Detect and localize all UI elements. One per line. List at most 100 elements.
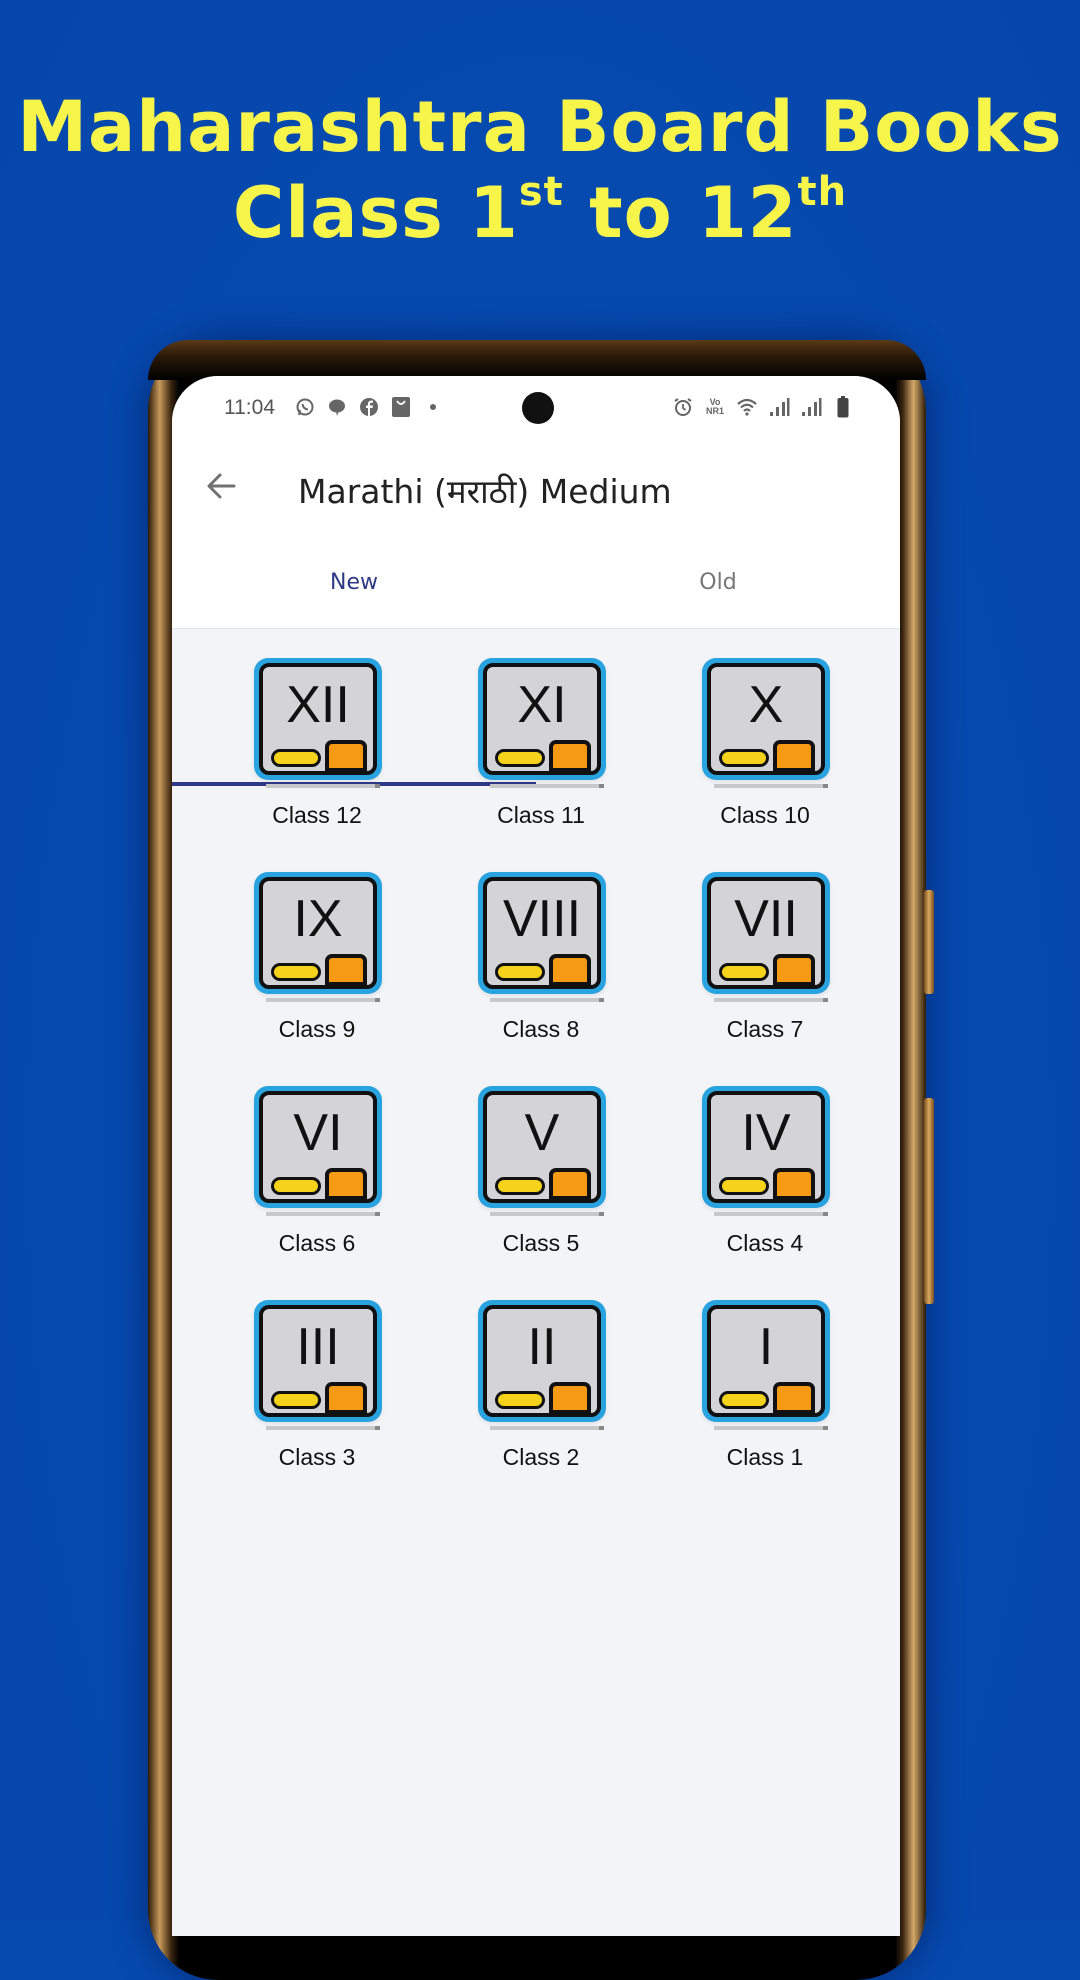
board-tray (714, 1212, 828, 1216)
blackboard-icon: III (254, 1300, 382, 1422)
back-button[interactable] (202, 466, 242, 506)
roman-numeral: XII (286, 676, 350, 734)
class-item[interactable]: II Class 2 (446, 1300, 626, 1490)
roman-numeral: I (758, 1318, 774, 1376)
board-tray (266, 1426, 380, 1430)
tab-new[interactable]: New (172, 536, 536, 628)
status-bar: 11:04 Vo NR1 (172, 376, 900, 440)
blackboard-icon: IX (254, 872, 382, 994)
blackboard-icon: X (702, 658, 830, 780)
class-label: Class 9 (278, 1016, 356, 1042)
dot-icon (422, 396, 444, 418)
roman-numeral: IV (741, 1104, 791, 1162)
roman-numeral: X (748, 676, 784, 734)
roman-numeral: XI (517, 676, 567, 734)
class-item[interactable]: VI Class 6 (222, 1086, 402, 1276)
board-face: XI (483, 663, 601, 775)
class-label: Class 4 (726, 1230, 804, 1256)
board-face: X (707, 663, 825, 775)
board-face: XII (259, 663, 377, 775)
board-face: V (483, 1091, 601, 1203)
eraser-icon (773, 740, 815, 771)
board-face: II (483, 1305, 601, 1417)
eraser-icon (549, 740, 591, 771)
tab-old[interactable]: Old (536, 536, 900, 628)
headline-sup-th: th (797, 169, 848, 215)
board-tray (266, 784, 380, 788)
board-tray (266, 1212, 380, 1216)
chalk-icon (495, 963, 545, 981)
volte-label: Vo NR1 (706, 397, 725, 416)
eraser-icon (325, 1382, 367, 1413)
class-item[interactable]: VII Class 7 (670, 872, 850, 1062)
eraser-icon (773, 954, 815, 985)
class-item[interactable]: I Class 1 (670, 1300, 850, 1490)
eraser-icon (325, 954, 367, 985)
blackboard-icon: XII (254, 658, 382, 780)
chalk-icon (271, 1391, 321, 1409)
system-icons: Vo NR1 (672, 396, 854, 418)
eraser-icon (325, 1168, 367, 1199)
class-item[interactable]: XI Class 11 (446, 658, 626, 848)
roman-numeral: II (527, 1318, 557, 1376)
blackboard-icon: XI (478, 658, 606, 780)
class-item[interactable]: X Class 10 (670, 658, 850, 848)
class-item[interactable]: VIII Class 8 (446, 872, 626, 1062)
class-item[interactable]: IX Class 9 (222, 872, 402, 1062)
board-tray (490, 998, 604, 1002)
chalk-icon (271, 749, 321, 767)
alarm-icon (672, 396, 694, 418)
board-face: VIII (483, 877, 601, 989)
roman-numeral: V (524, 1104, 560, 1162)
phone-frame-top (148, 340, 926, 380)
class-label: Class 11 (497, 802, 585, 828)
class-item[interactable]: V Class 5 (446, 1086, 626, 1276)
chalk-icon (271, 1177, 321, 1195)
class-item[interactable]: III Class 3 (222, 1300, 402, 1490)
roman-numeral: VIII (502, 890, 582, 948)
class-label: Class 6 (278, 1230, 356, 1256)
headline-sup-st: st (518, 169, 564, 215)
arrow-left-icon (207, 473, 236, 499)
board-tray (490, 1212, 604, 1216)
eraser-icon (549, 954, 591, 985)
board-face: IX (259, 877, 377, 989)
board-face: IV (707, 1091, 825, 1203)
headline-line-2: Class 1st to 12th (0, 170, 1080, 256)
chalk-icon (719, 749, 769, 767)
battery-icon (832, 396, 854, 418)
eraser-icon (773, 1168, 815, 1199)
tab-bar: New Old (172, 536, 900, 786)
class-item[interactable]: IV Class 4 (670, 1086, 850, 1276)
volte-nr-icon: Vo NR1 (704, 396, 726, 418)
class-label: Class 1 (726, 1444, 804, 1470)
board-tray (266, 998, 380, 1002)
roman-numeral: VII (734, 890, 798, 948)
class-label: Class 2 (502, 1444, 580, 1470)
board-tray (490, 784, 604, 788)
blackboard-icon: VII (702, 872, 830, 994)
blackboard-icon: VI (254, 1086, 382, 1208)
chalk-icon (271, 963, 321, 981)
roman-numeral: III (296, 1318, 340, 1376)
front-camera (522, 392, 554, 424)
promo-headline: Maharashtra Board Books Class 1st to 12t… (0, 84, 1080, 256)
power-button (924, 1098, 934, 1304)
board-tray (714, 1426, 828, 1430)
blackboard-icon: IV (702, 1086, 830, 1208)
class-item[interactable]: XII Class 12 (222, 658, 402, 848)
chat-bubble-icon (326, 396, 348, 418)
class-label: Class 10 (720, 802, 810, 828)
blackboard-icon: VIII (478, 872, 606, 994)
board-tray (490, 1426, 604, 1430)
class-label: Class 8 (502, 1016, 580, 1042)
signal-icon (800, 396, 822, 418)
headline-line-1: Maharashtra Board Books (17, 86, 1063, 168)
board-face: I (707, 1305, 825, 1417)
signal-icon (768, 396, 790, 418)
class-label: Class 12 (272, 802, 362, 828)
class-label: Class 5 (502, 1230, 580, 1256)
eraser-icon (773, 1382, 815, 1413)
page-title: Marathi (मराठी) Medium (298, 472, 672, 511)
chalk-icon (719, 963, 769, 981)
